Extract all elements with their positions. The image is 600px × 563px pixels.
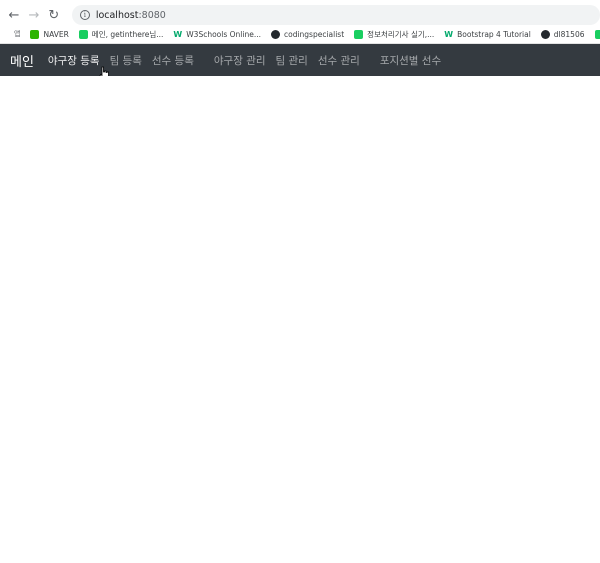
bookmark-label: Bootstrap 4 Tutorial: [457, 29, 531, 39]
top-navbar: 메인 야구장 등록 팀 등록 선수 등록 야구장 관리 팀 관리 선수 관리 포…: [0, 44, 600, 76]
bookmark-getinthere[interactable]: 메인, getinthere님...: [78, 29, 164, 40]
w3schools-icon: W: [173, 29, 183, 39]
address-bar[interactable]: i localhost:8080: [71, 5, 600, 25]
address-row: ← → ↻ i localhost:8080: [0, 4, 600, 26]
chat-icon: [354, 29, 364, 39]
chat-icon: [78, 29, 88, 39]
chat-icon: [594, 29, 600, 39]
back-icon[interactable]: ←: [4, 5, 24, 25]
page-content: [0, 76, 600, 563]
naver-icon: [30, 29, 40, 39]
bookmark-w3schools[interactable]: W W3Schools Online...: [173, 30, 261, 39]
bookmark-label: 메인, getinthere님...: [91, 29, 164, 39]
bookmark-jungbo[interactable]: 정보처리기사 실기,...: [354, 29, 434, 40]
bookmark-apps-label[interactable]: 앱: [14, 29, 20, 39]
bookmark-label: 정보처리기사 실기,...: [367, 29, 435, 39]
bookmark-label: W3Schools Online...: [186, 29, 261, 39]
nav-link-player-by-position[interactable]: 포지션별 선수: [380, 53, 441, 68]
forward-icon[interactable]: →: [24, 5, 44, 25]
nav-link-player-register[interactable]: 선수 등록: [152, 53, 194, 68]
url-port: :8080: [138, 9, 166, 21]
info-icon[interactable]: i: [79, 10, 90, 20]
nav-link-stadium-manage[interactable]: 야구장 관리: [214, 53, 266, 68]
nav-link-stadium-register[interactable]: 야구장 등록: [48, 53, 100, 68]
nav-link-team-manage[interactable]: 팀 관리: [276, 53, 308, 68]
bookmark-naver[interactable]: NAVER: [30, 29, 69, 39]
bookmark-label: NAVER: [43, 29, 69, 39]
bookmark-ho[interactable]: ho: [594, 29, 600, 39]
bookmarks-bar: 앱 NAVER 메인, getinthere님... W W3Schools O…: [0, 26, 600, 42]
navbar-brand[interactable]: 메인: [10, 51, 34, 70]
url-host: localhost: [95, 9, 139, 21]
browser-chrome: ← → ↻ i localhost:8080 앱 NAVER 메인, getin…: [0, 0, 600, 44]
github-icon: [540, 29, 550, 39]
bookmark-codingspecialist[interactable]: codingspecialist: [270, 29, 345, 39]
bookmark-dl81506[interactable]: dl81506: [540, 29, 585, 39]
bookmark-bootstrap[interactable]: W Bootstrap 4 Tutorial: [444, 30, 531, 39]
w3schools-icon: W: [444, 29, 454, 39]
nav-link-player-manage[interactable]: 선수 관리: [318, 53, 360, 68]
github-icon: [270, 29, 280, 39]
bookmark-label: dl81506: [553, 29, 585, 39]
nav-link-team-register[interactable]: 팀 등록: [110, 53, 142, 68]
url-text[interactable]: localhost:8080: [96, 10, 166, 21]
bookmark-label: codingspecialist: [283, 29, 345, 39]
reload-icon[interactable]: ↻: [44, 5, 64, 25]
